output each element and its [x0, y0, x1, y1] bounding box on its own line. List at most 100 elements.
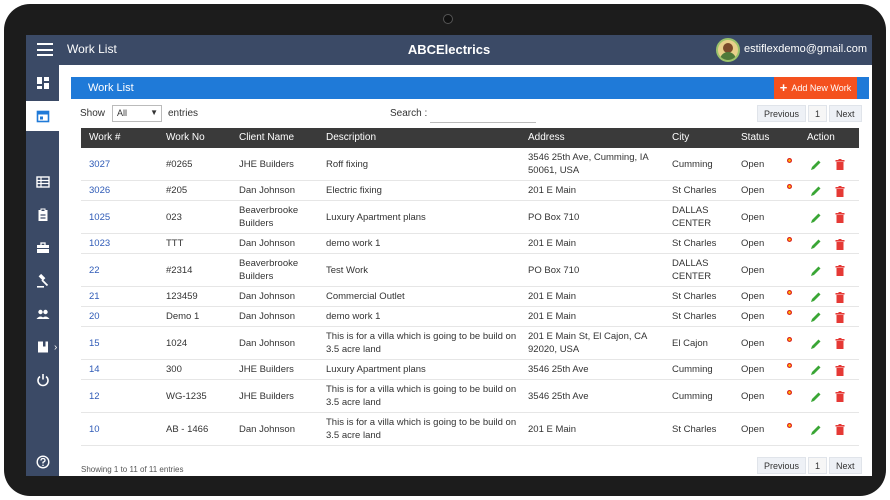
avatar[interactable]	[716, 38, 740, 62]
status: Open	[741, 158, 765, 170]
column-header[interactable]: Status	[741, 132, 769, 143]
edit-pencil-icon[interactable]	[810, 159, 822, 171]
client-name: Beaverbrooke Builders	[239, 254, 298, 286]
table-row[interactable]: 12 WG-1235 JHE Builders This is for a villa…	[81, 380, 859, 413]
work-id-link[interactable]: 12	[89, 380, 100, 412]
table-row[interactable]: 20 Demo 1 Dan Johnson demo work 1 201 E Main…	[81, 307, 859, 327]
edit-pencil-icon[interactable]	[810, 424, 822, 436]
column-header[interactable]: Work No	[166, 132, 205, 143]
column-header[interactable]: Description	[326, 132, 376, 143]
column-header[interactable]: Action	[807, 132, 835, 143]
entries-select[interactable]: All ▼	[112, 105, 162, 122]
work-id-link[interactable]: 21	[89, 287, 100, 306]
entries-label: entries	[168, 108, 199, 119]
edit-pencil-icon[interactable]	[810, 291, 822, 303]
pager-page-button[interactable]: 1	[808, 457, 828, 474]
add-new-work-button[interactable]: + Add New Work	[774, 77, 857, 99]
edit-pencil-icon[interactable]	[810, 238, 822, 250]
work-id-link[interactable]: 15	[89, 327, 100, 359]
edit-pencil-icon[interactable]	[810, 212, 822, 224]
work-id-link[interactable]: 14	[89, 360, 100, 379]
pager-previous-button[interactable]: Previous	[757, 105, 807, 122]
client-name-line: JHE Builders	[239, 364, 294, 375]
city-line: St Charles	[672, 311, 717, 322]
delete-trash-icon[interactable]	[835, 424, 845, 435]
sidebar-item-book[interactable]: ›	[26, 332, 59, 362]
pager-next-button[interactable]: Next	[829, 105, 862, 122]
delete-trash-icon[interactable]	[835, 311, 845, 323]
plus-icon: +	[779, 80, 788, 95]
edit-pencil-icon[interactable]	[810, 265, 822, 277]
delete-trash-icon[interactable]	[835, 265, 845, 276]
description: Electric fixing	[326, 181, 382, 200]
description-line: 3.5 acre land	[326, 397, 381, 408]
power-icon	[36, 374, 49, 387]
pager-top: Previous 1 Next	[757, 105, 862, 122]
sidebar-item-help[interactable]	[26, 447, 59, 476]
table-row[interactable]: 14 300 JHE Builders Luxury Apartment plans 3…	[81, 360, 859, 380]
delete-trash-icon[interactable]	[835, 159, 845, 170]
edit-pencil-icon[interactable]	[810, 364, 822, 376]
status-dot-icon	[787, 389, 792, 395]
city-line: CENTER	[672, 218, 712, 229]
delete-trash-icon[interactable]	[835, 338, 845, 349]
city: St Charles	[672, 181, 716, 200]
sidebar-item-power[interactable]	[26, 365, 59, 395]
edit-pencil-icon[interactable]	[810, 311, 822, 323]
work-id-link[interactable]: 1023	[89, 234, 110, 253]
table-row[interactable]: 22 #2314 Beaverbrooke Builders Test Work PO B…	[81, 254, 859, 287]
table-row[interactable]: 15 1024 Dan Johnson This is for a villa whi…	[81, 327, 859, 360]
delete-trash-icon[interactable]	[835, 391, 845, 402]
column-header[interactable]: Address	[528, 132, 565, 143]
table-row[interactable]: 3027 #0265 JHE Builders Roff fixing 3546 25t…	[81, 148, 859, 181]
chevron-right-icon: ›	[54, 341, 58, 353]
work-id-link[interactable]: 3027	[89, 148, 110, 180]
description-line: Commercial Outlet	[326, 291, 405, 302]
pager-previous-button[interactable]: Previous	[757, 457, 807, 474]
table-row[interactable]: 1025 023 Beaverbrooke Builders Luxury Apartm…	[81, 201, 859, 234]
city-line: St Charles	[672, 291, 717, 302]
sidebar-item-calendar[interactable]	[26, 101, 59, 131]
work-id-link[interactable]: 10	[89, 413, 100, 445]
search-input[interactable]	[430, 106, 536, 123]
delete-trash-icon[interactable]	[835, 212, 845, 223]
list-icon	[35, 176, 50, 188]
status-dot-icon	[787, 363, 792, 368]
client-name: JHE Builders	[239, 380, 294, 412]
work-id-link[interactable]: 22	[89, 254, 100, 286]
hamburger-menu-icon[interactable]	[37, 43, 53, 56]
column-header[interactable]: Work #	[89, 132, 121, 143]
work-id-link[interactable]: 20	[89, 307, 100, 326]
description-line: This is for a villa which is going to be…	[326, 417, 517, 428]
sidebar-item-clipboard[interactable]	[26, 200, 59, 230]
column-header[interactable]: City	[672, 132, 689, 143]
sidebar-item-gavel[interactable]	[26, 266, 59, 296]
edit-pencil-icon[interactable]	[810, 391, 822, 403]
table-row[interactable]: 3026 #205 Dan Johnson Electric fixing 201 E …	[81, 181, 859, 201]
sidebar-item-list[interactable]	[26, 167, 59, 197]
work-id-link[interactable]: 3026	[89, 181, 110, 200]
pager-page-button[interactable]: 1	[808, 105, 828, 122]
column-header[interactable]: Client Name	[239, 132, 294, 143]
status: Open	[741, 264, 765, 276]
delete-trash-icon[interactable]	[835, 185, 845, 197]
address: 201 E Main	[528, 234, 576, 253]
sidebar-item-people[interactable]	[26, 299, 59, 329]
edit-pencil-icon[interactable]	[810, 185, 822, 197]
sidebar-item-dashboard[interactable]	[26, 68, 59, 98]
user-email[interactable]: estiflexdemo@gmail.com	[744, 43, 867, 55]
description: Commercial Outlet	[326, 287, 405, 306]
delete-trash-icon[interactable]	[835, 364, 845, 376]
table-row[interactable]: 21 123459 Dan Johnson Commercial Outlet 201 …	[81, 287, 859, 307]
pager-next-button[interactable]: Next	[829, 457, 862, 474]
description-line: This is for a villa which is going to be…	[326, 384, 517, 395]
sidebar-item-briefcase[interactable]	[26, 233, 59, 263]
people-icon	[36, 309, 49, 319]
description: Luxury Apartment plans	[326, 360, 426, 379]
work-id-link[interactable]: 1025	[89, 201, 110, 233]
table-row[interactable]: 1023 TTT Dan Johnson demo work 1 201 E Main S…	[81, 234, 859, 254]
table-row[interactable]: 10 AB - 1466 Dan Johnson This is for a vill…	[81, 413, 859, 446]
edit-pencil-icon[interactable]	[810, 338, 822, 350]
delete-trash-icon[interactable]	[835, 291, 845, 303]
delete-trash-icon[interactable]	[835, 238, 845, 250]
